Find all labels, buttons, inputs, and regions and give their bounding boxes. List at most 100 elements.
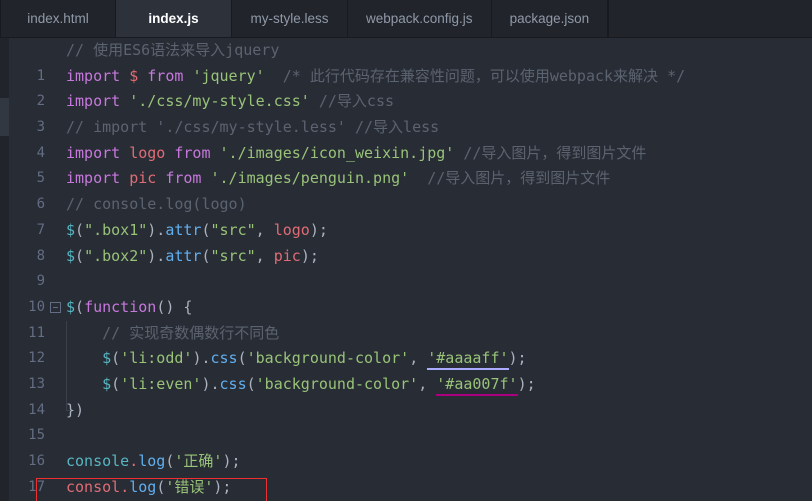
comment-token: // console.log(logo)	[66, 195, 247, 214]
code-line[interactable]: 12 // 实现奇数偶数行不同色	[9, 320, 812, 366]
tab-label: package.json	[509, 11, 590, 26]
punctuation-token: ).	[147, 220, 166, 239]
tab-label: my-style.less	[250, 11, 329, 26]
object-token: console	[66, 452, 130, 470]
punctuation-token: ,	[409, 349, 428, 368]
variable-token: logo	[129, 143, 166, 162]
jquery-token: $	[66, 246, 76, 265]
punctuation-token: ).	[192, 349, 211, 368]
keyword-token: from	[138, 66, 193, 85]
string-token: "src"	[210, 246, 256, 265]
vertical-scrollbar-thumb[interactable]	[0, 98, 9, 136]
code-line[interactable]: 5 import logo from './images/icon_weixin…	[9, 141, 812, 187]
code-line[interactable]: 3 import './css/my-style.css' //导入css	[9, 89, 812, 135]
color-literal-token: '#aa007f'	[436, 374, 518, 396]
line-content: $(function() {	[66, 295, 192, 321]
punctuation-token: (	[111, 349, 121, 368]
string-token: 'background-color'	[246, 349, 410, 368]
code-editor[interactable]: 1 // 使用ES6语法来导入jquery 2 import $ from 'j…	[0, 38, 812, 501]
code-line[interactable]: 14 $('li:even').css('background-color', …	[9, 371, 812, 418]
string-token: 'background-color'	[255, 374, 419, 393]
punctuation-token: ).	[201, 374, 220, 393]
punctuation-token: (	[75, 220, 85, 239]
string-token: './images/penguin.png'	[210, 169, 410, 188]
code-line[interactable]: 4 // import './css/my-style.less' //导入le…	[9, 115, 812, 161]
comment-token: //导入css	[309, 92, 395, 111]
punctuation-token: (	[237, 349, 247, 368]
punctuation-token: .	[129, 452, 139, 470]
vertical-scrollbar-track[interactable]	[0, 38, 9, 501]
comment-token: //导入图片，得到图片文件	[409, 169, 611, 188]
comment-token: // 实现奇数偶数行不同色	[102, 323, 280, 342]
selector-token: 'li:odd'	[120, 349, 193, 368]
code-content[interactable]: 1 // 使用ES6语法来导入jquery 2 import $ from 'j…	[9, 38, 812, 501]
punctuation-token: (	[75, 297, 85, 316]
string-token: '正确'	[174, 452, 223, 470]
method-token: log	[138, 452, 166, 470]
tab-bar-empty-area	[608, 0, 812, 37]
punctuation-token: );	[508, 349, 527, 368]
punctuation-token: () {	[156, 297, 193, 316]
keyword-token: import	[66, 92, 130, 111]
code-line[interactable]: 15 })	[9, 397, 812, 443]
line-content: $('li:even').css('background-color', '#a…	[66, 372, 536, 398]
string-token: 'jquery'	[192, 66, 265, 85]
code-line[interactable]: 18 consol.log('错误');	[9, 475, 812, 501]
tab-index-js[interactable]: index.js	[116, 0, 232, 37]
variable-token: logo	[273, 220, 310, 239]
error-token: consol	[66, 477, 121, 496]
punctuation-token: (	[246, 374, 256, 393]
code-line[interactable]: 17 console.log('正确');	[9, 449, 812, 495]
code-line[interactable]: 11 $(function() {	[9, 295, 812, 341]
tab-my-style-less[interactable]: my-style.less	[232, 0, 348, 37]
code-fold-toggle-icon[interactable]	[50, 301, 61, 313]
code-line[interactable]: 10	[9, 269, 812, 315]
tab-label: index.html	[27, 11, 89, 26]
variable-token: pic	[129, 169, 157, 188]
line-content: import logo from './images/icon_weixin.j…	[66, 141, 646, 167]
comment-token: /* 此行代码存在兼容性问题，可以使用webpack来解决 */	[264, 66, 686, 85]
punctuation-token: (	[111, 374, 121, 393]
punctuation-token: })	[66, 400, 85, 419]
keyword-token: function	[84, 297, 157, 316]
tab-label: index.js	[148, 11, 199, 26]
method-token: css	[219, 374, 247, 393]
punctuation-token: ,	[255, 220, 274, 239]
code-line[interactable]: 7 // console.log(logo)	[9, 192, 812, 238]
punctuation-token: );	[213, 477, 232, 496]
tab-webpack-config-js[interactable]: webpack.config.js	[348, 0, 492, 37]
method-token: css	[210, 349, 238, 368]
code-line[interactable]: 6 import pic from './images/penguin.png'…	[9, 166, 812, 212]
string-token: './css/my-style.css'	[129, 92, 310, 111]
code-line[interactable]: 13 $('li:odd').css('background-color', '…	[9, 346, 812, 392]
keyword-token: from	[156, 169, 211, 188]
punctuation-token: ,	[418, 374, 437, 393]
jquery-token: $	[66, 297, 76, 316]
code-line[interactable]: 2 import $ from 'jquery' /* 此行代码存在兼容性问题，…	[9, 64, 812, 110]
method-token: attr	[165, 246, 202, 265]
code-line[interactable]: 8 $(".box1").attr("src", logo);	[9, 218, 812, 264]
punctuation-token: ,	[255, 246, 274, 265]
code-line[interactable]: 9 $(".box2").attr("src", pic);	[9, 244, 812, 290]
line-content: import $ from 'jquery' /* 此行代码存在兼容性问题，可以…	[66, 64, 685, 90]
tab-label: webpack.config.js	[366, 11, 473, 26]
tab-index-html[interactable]: index.html	[0, 0, 116, 37]
punctuation-token: (	[75, 246, 85, 265]
string-token: './images/icon_weixin.jpg'	[219, 143, 455, 162]
code-line[interactable]: 16	[9, 423, 812, 469]
comment-token: //导入图片，得到图片文件	[454, 143, 647, 162]
line-content: consol.log('错误');	[66, 475, 231, 501]
line-content: // 使用ES6语法来导入jquery	[66, 38, 279, 64]
tab-package-json[interactable]: package.json	[491, 0, 609, 37]
string-token: ".box1"	[84, 220, 148, 239]
line-content: $('li:odd').css('background-color', '#aa…	[66, 346, 527, 372]
jquery-token: $	[102, 349, 112, 368]
string-token: '错误'	[165, 477, 214, 496]
keyword-token: import	[66, 66, 130, 85]
line-content: })	[66, 398, 84, 424]
variable-token: $	[129, 66, 139, 85]
punctuation-token: (	[156, 477, 166, 496]
string-token: ".box2"	[84, 246, 148, 265]
comment-token: // import './css/my-style.less' //导入less	[66, 118, 440, 137]
code-line[interactable]: 1 // 使用ES6语法来导入jquery	[9, 38, 812, 84]
